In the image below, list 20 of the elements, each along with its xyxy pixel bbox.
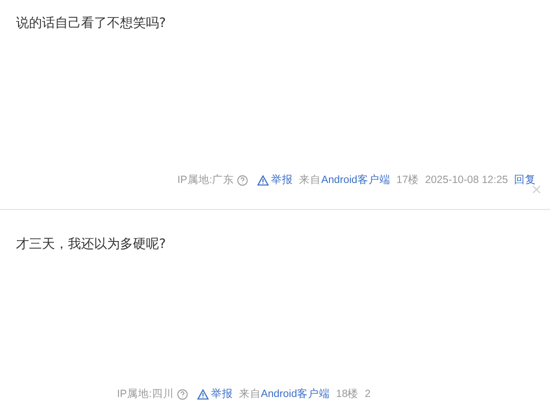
comment-text: 说的话自己看了不想笑吗? [15, 15, 167, 33]
floor-number: 17楼 [396, 173, 420, 187]
ip-location: IP属地:四川 [117, 387, 174, 401]
warning-icon [196, 388, 209, 400]
reply-link[interactable]: 回复 [514, 173, 536, 187]
comment-text: 才三天，我还以为多硬呢? [15, 236, 167, 254]
source-link[interactable]: Android客户端 [260, 387, 330, 401]
post-time: 2 [364, 387, 371, 401]
close-icon[interactable] [532, 185, 541, 194]
source-link[interactable]: Android客户端 [321, 173, 390, 187]
warning-icon [257, 174, 270, 186]
post-time: 2025-10-08 12:25 [425, 173, 508, 187]
floor-number: 18楼 [336, 387, 359, 401]
source-label: 来自 [238, 387, 261, 401]
report-link[interactable]: 举报 [210, 387, 233, 401]
report-link[interactable]: 举报 [271, 173, 294, 187]
ip-location: IP属地:广东 [177, 173, 234, 187]
source-label: 来自 [299, 173, 322, 187]
help-icon[interactable] [237, 174, 248, 186]
help-icon[interactable] [176, 388, 188, 400]
